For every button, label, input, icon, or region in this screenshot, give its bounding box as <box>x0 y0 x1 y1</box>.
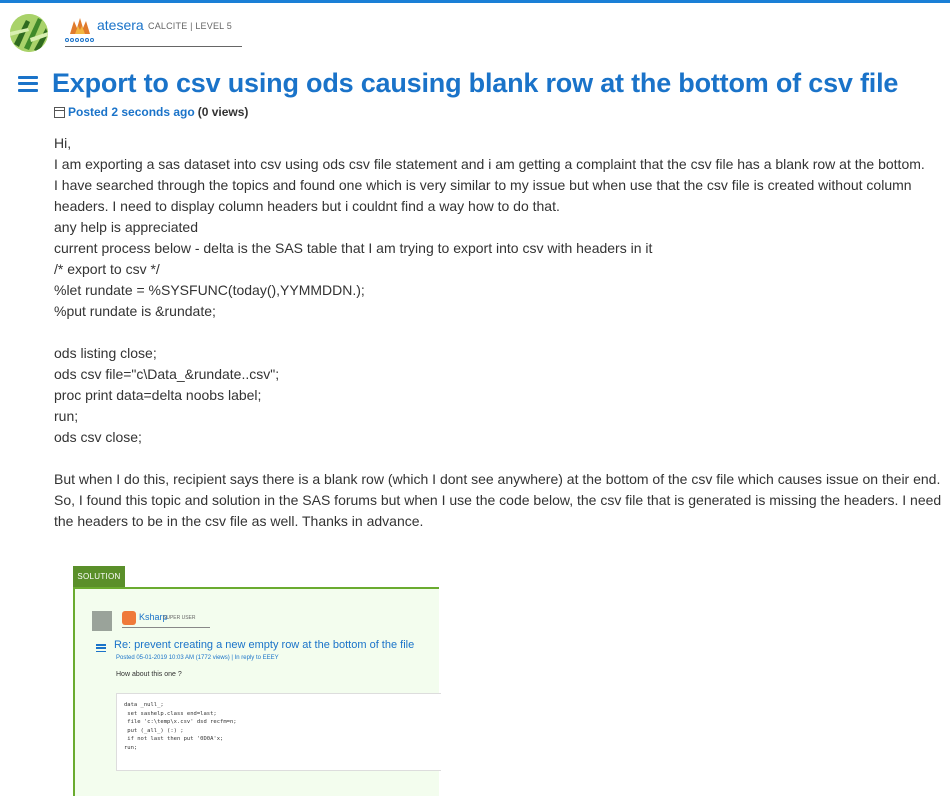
embedded-meta: Posted 05-01-2019 10:03 AM (1772 views) … <box>116 655 279 661</box>
avatar[interactable] <box>10 14 48 52</box>
author-divider <box>65 46 242 47</box>
embedded-title: Re: prevent creating a new empty row at … <box>114 639 415 651</box>
post-title: Export to csv using ods causing blank ro… <box>52 68 899 98</box>
rank-label: CALCITE | LEVEL 5 <box>148 21 232 31</box>
body-line: proc print data=delta noobs label; <box>54 387 262 403</box>
body-line: %put rundate is &rundate; <box>54 303 216 319</box>
body-line: current process below - delta is the SAS… <box>54 240 653 256</box>
author-block: atesera CALCITE | LEVEL 5 <box>10 14 310 54</box>
post-body: Hi, I am exporting a sas dataset into cs… <box>54 133 944 532</box>
code-line: run; <box>124 744 138 751</box>
embedded-rank-icon <box>122 611 136 625</box>
code-line: put (_all_) (:) ; <box>124 727 184 734</box>
code-line: data _null_; <box>124 702 164 708</box>
username-link[interactable]: atesera <box>97 17 144 33</box>
view-count: (0 views) <box>197 105 249 119</box>
post-meta: Posted 2 seconds ago (0 views) <box>54 105 248 119</box>
rank-flame-icon <box>68 17 92 35</box>
body-line: I am exporting a sas dataset into csv us… <box>54 156 925 172</box>
posted-timestamp[interactable]: Posted 2 seconds ago <box>68 105 195 119</box>
embedded-solution-screenshot: SOLUTION Ksharp SUPER USER Re: prevent c… <box>73 566 441 796</box>
body-line: ods listing close; <box>54 345 157 361</box>
code-line: set sashelp.class end=last; <box>124 710 217 717</box>
rank-dots <box>65 38 94 42</box>
solution-box: Ksharp SUPER USER Re: prevent creating a… <box>73 587 441 796</box>
embedded-menu-icon <box>96 644 106 652</box>
body-line: ods csv file="c\Data_&rundate..csv"; <box>54 366 280 382</box>
body-line: I have searched through the topics and f… <box>54 177 912 214</box>
body-line: But when I do this, recipient says there… <box>54 471 941 487</box>
embedded-avatar <box>92 611 112 631</box>
body-line: /* export to csv */ <box>54 261 160 277</box>
post-header: Export to csv using ods causing blank ro… <box>18 68 898 99</box>
solution-tab: SOLUTION <box>73 566 125 587</box>
embedded-text: How about this one ? <box>116 671 182 678</box>
code-line: if not last then put '0D0A'x; <box>124 736 224 742</box>
top-accent-bar <box>0 0 950 3</box>
body-line: %let rundate = %SYSFUNC(today(),YYMMDDN.… <box>54 282 365 298</box>
body-line: run; <box>54 408 79 424</box>
embedded-rank-label: SUPER USER <box>163 615 196 621</box>
code-line: file 'c:\temp\x.csv' dsd recfm=n; <box>124 719 237 725</box>
calendar-icon <box>54 106 65 118</box>
embedded-code-block: data _null_; set sashelp.class end=last;… <box>116 693 441 771</box>
body-line: ods csv close; <box>54 429 142 445</box>
embedded-divider <box>122 627 210 628</box>
menu-icon[interactable] <box>18 75 38 92</box>
body-line: Hi, <box>54 135 72 151</box>
body-line: So, I found this topic and solution in t… <box>54 492 942 529</box>
body-line: any help is appreciated <box>54 219 198 235</box>
